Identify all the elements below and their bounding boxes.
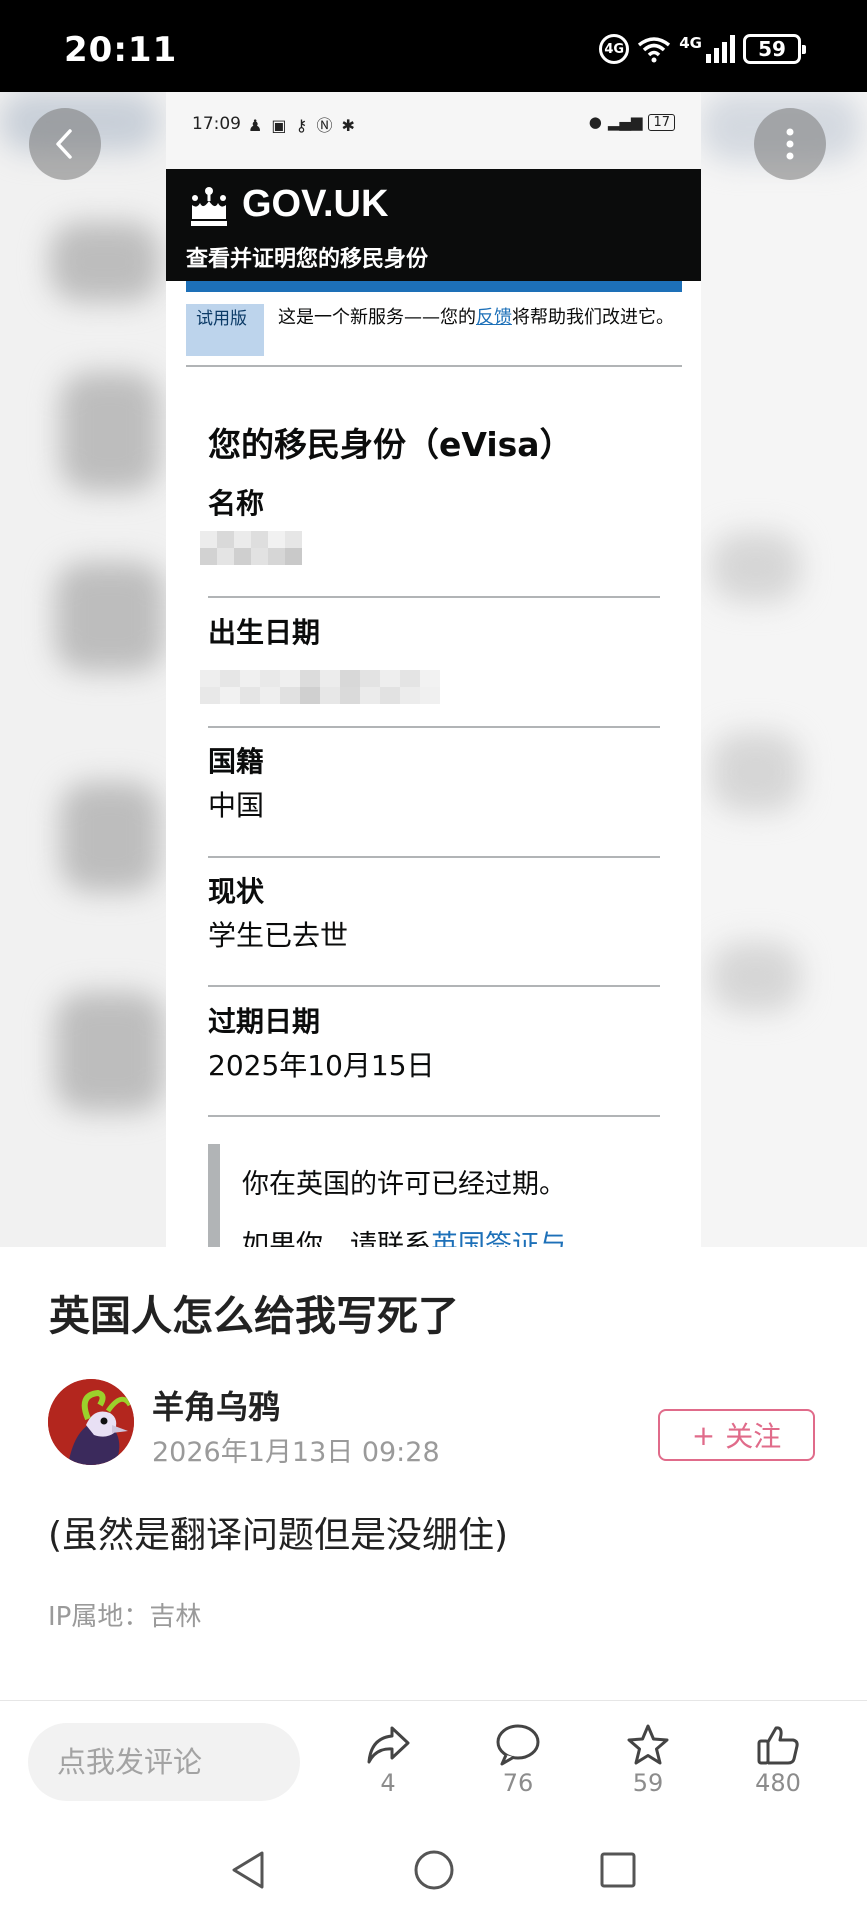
field-label: 现状 xyxy=(208,875,265,908)
share-button[interactable]: 4 xyxy=(338,1723,438,1813)
battery-icon: 59 xyxy=(743,34,806,64)
divider xyxy=(208,985,660,987)
comment-count: 76 xyxy=(502,1769,534,1797)
back-icon xyxy=(56,129,72,159)
bottom-action-bar: 点我发评论 4 76 59 480 xyxy=(0,1700,867,1820)
post-image[interactable]: 17:09 ♟ ▣ ⚷ Ⓝ ✱ ● ▂▄▆ 17 GOV.UK 查看并证明您的移… xyxy=(0,92,867,1247)
follow-label: 关注 xyxy=(725,1420,782,1453)
notice-line-1: 你在英国的许可已经过期。 xyxy=(242,1169,566,1200)
favorite-button[interactable]: 59 xyxy=(598,1723,698,1813)
system-status-bar: 20:11 4G 4G 59 xyxy=(0,0,867,92)
page-heading: 您的移民身份（eVisa） xyxy=(208,425,573,464)
field-expiry-date: 过期日期 2025年10月15日 xyxy=(208,1004,660,1084)
feedback-link: 反馈 xyxy=(476,307,512,328)
data-speed-icon: 4G xyxy=(599,34,630,64)
nav-home-icon[interactable] xyxy=(412,1848,456,1892)
beta-message: 这是一个新服务——您的反馈将帮助我们改进它。 xyxy=(278,307,674,328)
field-label: 出生日期 xyxy=(208,616,321,649)
redacted-name xyxy=(200,531,302,565)
like-count: 480 xyxy=(755,1769,801,1797)
notice-line-2: 如果你，请联系英国签证与 xyxy=(242,1223,660,1247)
comment-icon xyxy=(496,1724,540,1766)
post-title: 英国人怎么给我写死了 xyxy=(49,1292,459,1340)
beta-tag: 试用版 xyxy=(186,304,264,356)
system-navigation-bar xyxy=(0,1820,867,1920)
avatar[interactable] xyxy=(48,1379,134,1465)
blurred-background-left xyxy=(0,92,166,1247)
embedded-status-bar: 17:09 ♟ ▣ ⚷ Ⓝ ✱ ● ▂▄▆ 17 xyxy=(166,92,701,169)
field-value: 中国 xyxy=(208,789,265,822)
thumb-up-icon xyxy=(757,1726,799,1765)
nav-recents-icon[interactable] xyxy=(598,1850,638,1890)
field-label: 名称 xyxy=(208,487,265,520)
network-type: 4G xyxy=(679,34,702,52)
divider xyxy=(208,726,660,728)
header-blue-bar xyxy=(186,281,682,292)
redacted-date-of-birth xyxy=(200,670,440,704)
field-nationality: 国籍 中国 xyxy=(208,744,660,824)
field-status: 现状 学生已去世 xyxy=(208,874,660,954)
comment-input[interactable]: 点我发评论 xyxy=(28,1723,300,1801)
more-button[interactable] xyxy=(754,108,826,180)
wifi-icon xyxy=(638,37,671,63)
comment-button[interactable]: 76 xyxy=(468,1723,568,1813)
like-button[interactable]: 480 xyxy=(728,1723,828,1813)
author-name[interactable]: 羊角乌鸦 xyxy=(152,1382,280,1428)
star-icon xyxy=(627,1724,669,1765)
embedded-notification-icons: ♟ ▣ ⚷ Ⓝ ✱ xyxy=(248,116,357,135)
share-count: 4 xyxy=(380,1769,396,1797)
follow-button[interactable]: + 关注 xyxy=(658,1409,815,1461)
back-button[interactable] xyxy=(29,108,101,180)
embedded-signal-icon: ▂▄▆ xyxy=(607,113,643,131)
field-value: 学生已去世 xyxy=(208,919,349,952)
field-date-of-birth: 出生日期 xyxy=(208,615,660,651)
location-icon: ● xyxy=(588,113,602,131)
embedded-battery: 17 xyxy=(648,113,675,131)
field-name: 名称 xyxy=(208,486,660,522)
divider xyxy=(186,365,682,367)
gov-uk-logo-text: GOV.UK xyxy=(242,183,389,225)
post-date: 2026年1月13日 09:28 xyxy=(152,1437,440,1468)
plus-icon: + xyxy=(691,1418,716,1452)
expired-notice: 你在英国的许可已经过期。 如果你，请联系英国签证与 xyxy=(208,1144,660,1247)
field-label: 国籍 xyxy=(208,745,265,778)
service-name: 查看并证明您的移民身份 xyxy=(186,247,429,272)
divider xyxy=(208,596,660,598)
beta-banner: 试用版 这是一个新服务——您的反馈将帮助我们改进它。 xyxy=(186,304,682,370)
blurred-background-right xyxy=(701,92,867,1247)
nav-back-icon[interactable] xyxy=(228,1848,268,1892)
share-icon xyxy=(367,1726,410,1764)
battery-level: 59 xyxy=(758,37,786,61)
divider xyxy=(208,1115,660,1117)
gov-uk-header: GOV.UK 查看并证明您的移民身份 xyxy=(166,169,701,281)
visa-link: 英国签证与 xyxy=(431,1230,566,1247)
ip-location: IP属地：吉林 xyxy=(48,1602,202,1632)
post-body: (虽然是翻译问题但是没绷住) xyxy=(48,1515,509,1556)
clock: 20:11 xyxy=(64,30,178,70)
crown-icon xyxy=(191,187,227,226)
embedded-clock: 17:09 xyxy=(192,114,241,134)
embedded-screenshot: 17:09 ♟ ▣ ⚷ Ⓝ ✱ ● ▂▄▆ 17 GOV.UK 查看并证明您的移… xyxy=(166,92,701,1247)
favorite-count: 59 xyxy=(632,1769,664,1797)
embedded-system-icons: ● ▂▄▆ 17 xyxy=(589,113,675,131)
divider xyxy=(208,856,660,858)
status-icons: 4G 4G 59 xyxy=(599,34,806,64)
signal-icon xyxy=(706,35,735,63)
goat-crow-avatar-art xyxy=(48,1379,134,1465)
field-label: 过期日期 xyxy=(208,1005,321,1038)
field-value: 2025年10月15日 xyxy=(208,1049,435,1082)
more-icon xyxy=(786,128,794,160)
